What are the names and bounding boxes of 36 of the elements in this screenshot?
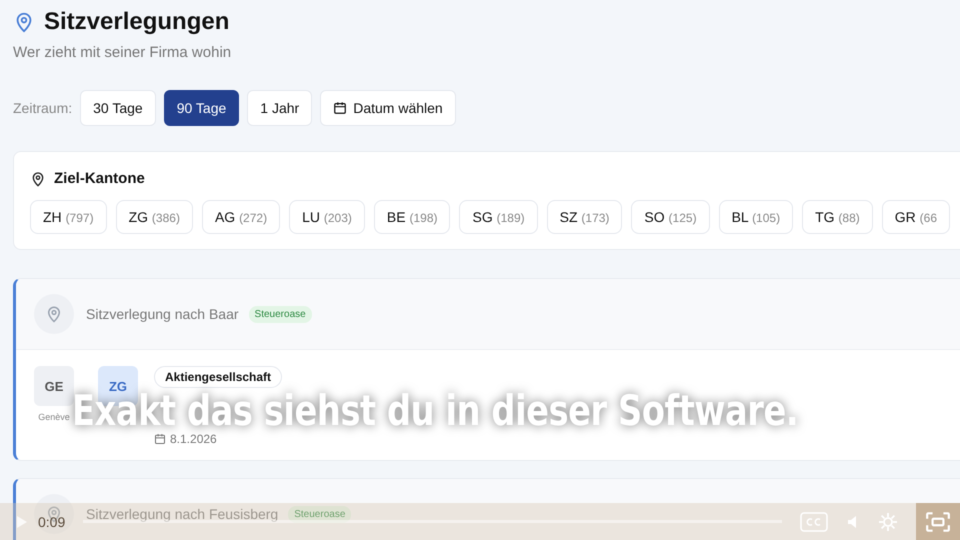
canton-chip[interactable]: AG (272) — [202, 200, 280, 234]
legal-form-badge: Aktiengesellschaft — [154, 366, 282, 388]
canton-chip[interactable]: LU (203) — [289, 200, 365, 234]
canton-chip[interactable]: SG (189) — [459, 200, 538, 234]
fullscreen-icon — [925, 510, 951, 532]
canton-chip[interactable]: SO (125) — [631, 200, 710, 234]
canton-chip[interactable]: SZ (173) — [546, 200, 622, 234]
period-button[interactable]: 90 Tage — [164, 90, 240, 126]
canton-chip[interactable]: TG (88) — [802, 200, 873, 234]
canton-chip[interactable]: BL (105) — [718, 200, 794, 234]
calendar-icon — [333, 101, 348, 115]
captions-icon[interactable] — [800, 512, 828, 532]
city-label: Genève — [38, 412, 70, 422]
relocation-title: Sitzverlegung nach Feusisberg — [86, 506, 278, 522]
location-pin-icon — [30, 170, 46, 186]
relocation-title: Sitzverlegung nach Baar — [86, 306, 239, 322]
period-label: Zeitraum: — [13, 100, 72, 116]
page-title: Sitzverlegungen — [44, 8, 230, 36]
canton-badge: GE — [34, 366, 74, 406]
date-text: 8.1.2026 — [170, 432, 217, 446]
canton-chip[interactable]: ZH (797) — [30, 200, 107, 234]
play-icon[interactable] — [16, 514, 28, 528]
canton-chip[interactable]: GR (66 — [882, 200, 950, 234]
page-subtitle: Wer zieht mit seiner Firma wohin — [13, 44, 232, 61]
location-pin-icon — [34, 494, 74, 534]
date-picker-button[interactable]: Datum wählen — [320, 90, 456, 126]
period-button[interactable]: 1 Jahr — [247, 90, 312, 126]
tag: Steueroase — [248, 306, 312, 322]
canton-chip[interactable]: BE (198) — [374, 200, 450, 234]
card-title: Ziel-Kantone — [54, 170, 145, 187]
tag: Steueroase — [288, 506, 352, 522]
location-pin-icon — [34, 294, 74, 334]
period-button[interactable]: 30 Tage — [80, 90, 156, 126]
canton-chip[interactable]: ZG (386) — [116, 200, 193, 234]
video-time: 0:09 — [38, 514, 66, 530]
settings-icon[interactable] — [878, 512, 898, 532]
